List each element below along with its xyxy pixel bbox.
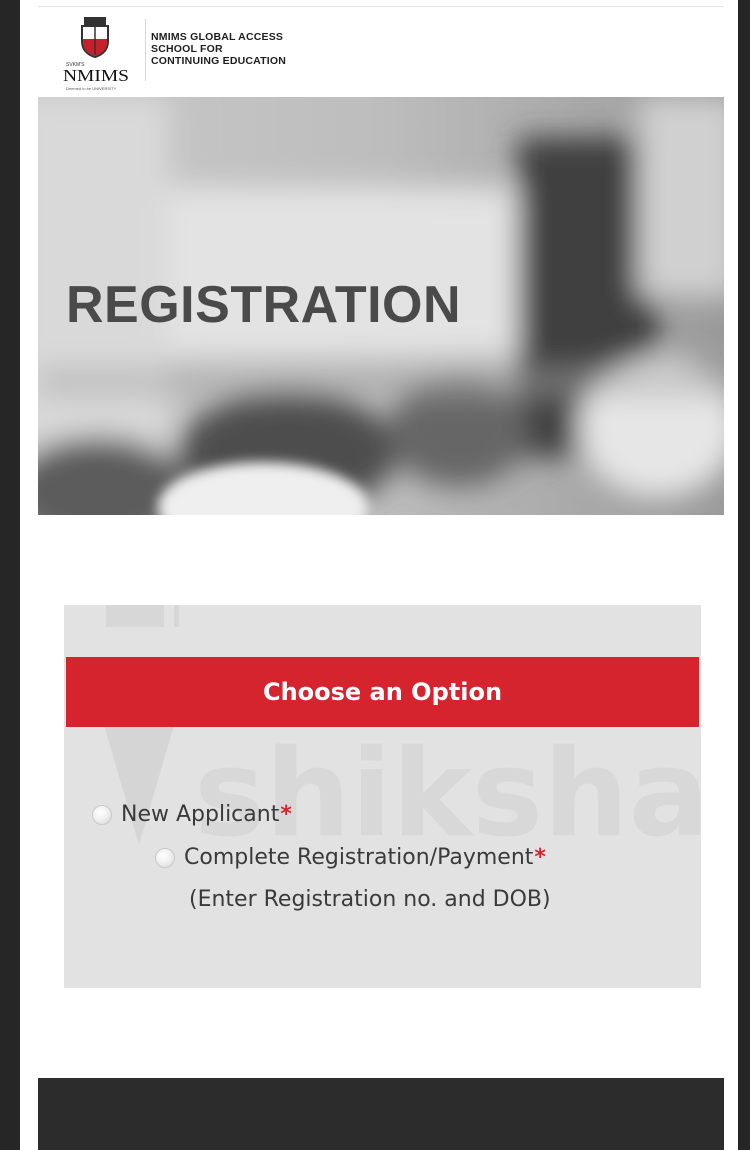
choose-option-title: Choose an Option bbox=[262, 678, 503, 706]
watermark-text: shiksha bbox=[194, 725, 701, 864]
device-frame-right bbox=[738, 0, 750, 1150]
hero-banner: REGISTRATION bbox=[38, 97, 724, 515]
option-panel: shiksha Choose an Option New Applicant *… bbox=[64, 605, 701, 988]
device-frame-left bbox=[0, 0, 20, 1150]
school-name-line2: SCHOOL FOR bbox=[151, 43, 223, 55]
new-applicant-label[interactable]: New Applicant bbox=[121, 802, 279, 827]
complete-registration-label[interactable]: Complete Registration/Payment bbox=[184, 845, 533, 870]
registration-hint: (Enter Registration no. and DOB) bbox=[189, 887, 551, 912]
new-applicant-option[interactable]: New Applicant * bbox=[92, 802, 292, 827]
crest-icon bbox=[81, 17, 109, 59]
graduation-cap-icon bbox=[106, 605, 179, 627]
page-footer bbox=[38, 1078, 724, 1150]
logo-divider bbox=[145, 19, 146, 81]
required-asterisk: * bbox=[280, 802, 292, 827]
school-name: NMIMS GLOBAL ACCESS SCHOOL FOR CONTINUIN… bbox=[151, 31, 286, 67]
site-header: SVKM'S NMIMS Deemed to be UNIVERSITY NMI… bbox=[38, 6, 724, 97]
brand-small-bottom: Deemed to be UNIVERSITY bbox=[66, 86, 117, 91]
school-name-line3: CONTINUING EDUCATION bbox=[151, 55, 287, 67]
new-applicant-radio[interactable] bbox=[92, 804, 112, 825]
complete-registration-option[interactable]: Complete Registration/Payment * bbox=[155, 845, 546, 870]
complete-registration-radio[interactable] bbox=[155, 847, 175, 868]
school-name-line1: NMIMS GLOBAL ACCESS bbox=[151, 31, 284, 43]
choose-option-header: Choose an Option bbox=[66, 657, 699, 727]
brand-name: NMIMS bbox=[63, 66, 129, 85]
required-asterisk: * bbox=[534, 845, 546, 870]
nmims-logo[interactable]: SVKM'S NMIMS Deemed to be UNIVERSITY bbox=[60, 15, 135, 95]
page-title: REGISTRATION bbox=[66, 276, 462, 334]
